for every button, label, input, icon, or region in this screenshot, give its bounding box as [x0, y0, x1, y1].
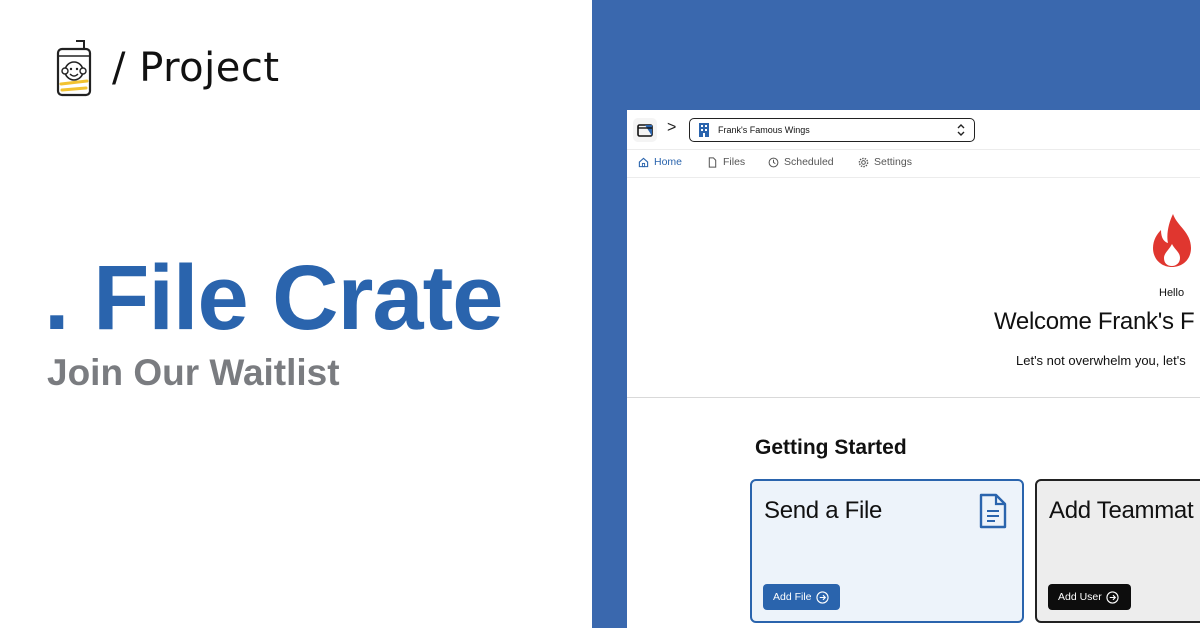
promo-panel: / Project . File Crate Join Our Waitlist [0, 0, 592, 628]
flame-icon [1153, 214, 1191, 267]
add-file-button[interactable]: Add File [763, 584, 840, 610]
organization-name: Frank's Famous Wings [718, 125, 810, 135]
app-topbar: > Frank's Famous Wings [627, 110, 1200, 150]
app-window: > Frank's Famous Wings Home Files Schedu… [627, 110, 1200, 628]
tab-home[interactable]: Home [638, 156, 682, 168]
tab-files[interactable]: Files [707, 156, 745, 168]
crate-logo-icon[interactable] [633, 118, 657, 142]
app-nav-tabs: Home Files Scheduled Settings [627, 150, 1200, 178]
juice-box-monkey-logo-icon [56, 40, 92, 97]
breadcrumb-separator: > [667, 119, 677, 136]
tab-label: Settings [874, 156, 912, 168]
welcome-tagline: Let's not overwhelm you, let's [1016, 353, 1186, 368]
app-preview-panel: > Frank's Famous Wings Home Files Schedu… [592, 0, 1200, 628]
product-title: . File Crate [44, 247, 503, 349]
organization-select[interactable]: Frank's Famous Wings [689, 118, 975, 142]
welcome-heading: Welcome Frank's F [994, 308, 1195, 335]
gear-icon [858, 157, 869, 167]
tab-settings[interactable]: Settings [858, 156, 912, 168]
button-label: Add User [1058, 591, 1102, 603]
home-icon [638, 157, 649, 167]
project-label: / Project [112, 45, 280, 91]
card-title: Add Teammat [1049, 497, 1194, 524]
tab-label: Home [654, 156, 683, 168]
tab-label: Files [723, 156, 746, 168]
arrow-circle-right-icon [815, 590, 829, 604]
file-icon [708, 156, 717, 168]
tab-label: Scheduled [784, 156, 834, 168]
document-icon [979, 493, 1007, 529]
add-user-button[interactable]: Add User [1048, 584, 1131, 610]
welcome-section: Hello Welcome Frank's F Let's not overwh… [627, 178, 1200, 398]
send-file-card[interactable]: Send a File Add File [750, 479, 1024, 623]
building-icon [699, 123, 709, 137]
getting-started-heading: Getting Started [755, 436, 907, 459]
chevron-up-down-icon [957, 124, 965, 136]
brand-header: / Project [54, 38, 280, 98]
button-label: Add File [773, 591, 812, 603]
waitlist-subtitle[interactable]: Join Our Waitlist [47, 354, 340, 391]
clock-icon [768, 157, 779, 167]
greeting-text: Hello [1159, 287, 1185, 299]
tab-scheduled[interactable]: Scheduled [768, 156, 834, 168]
arrow-circle-right-icon [1106, 590, 1119, 604]
card-title: Send a File [764, 497, 883, 524]
add-teammate-card[interactable]: Add Teammat Add User [1035, 479, 1200, 623]
